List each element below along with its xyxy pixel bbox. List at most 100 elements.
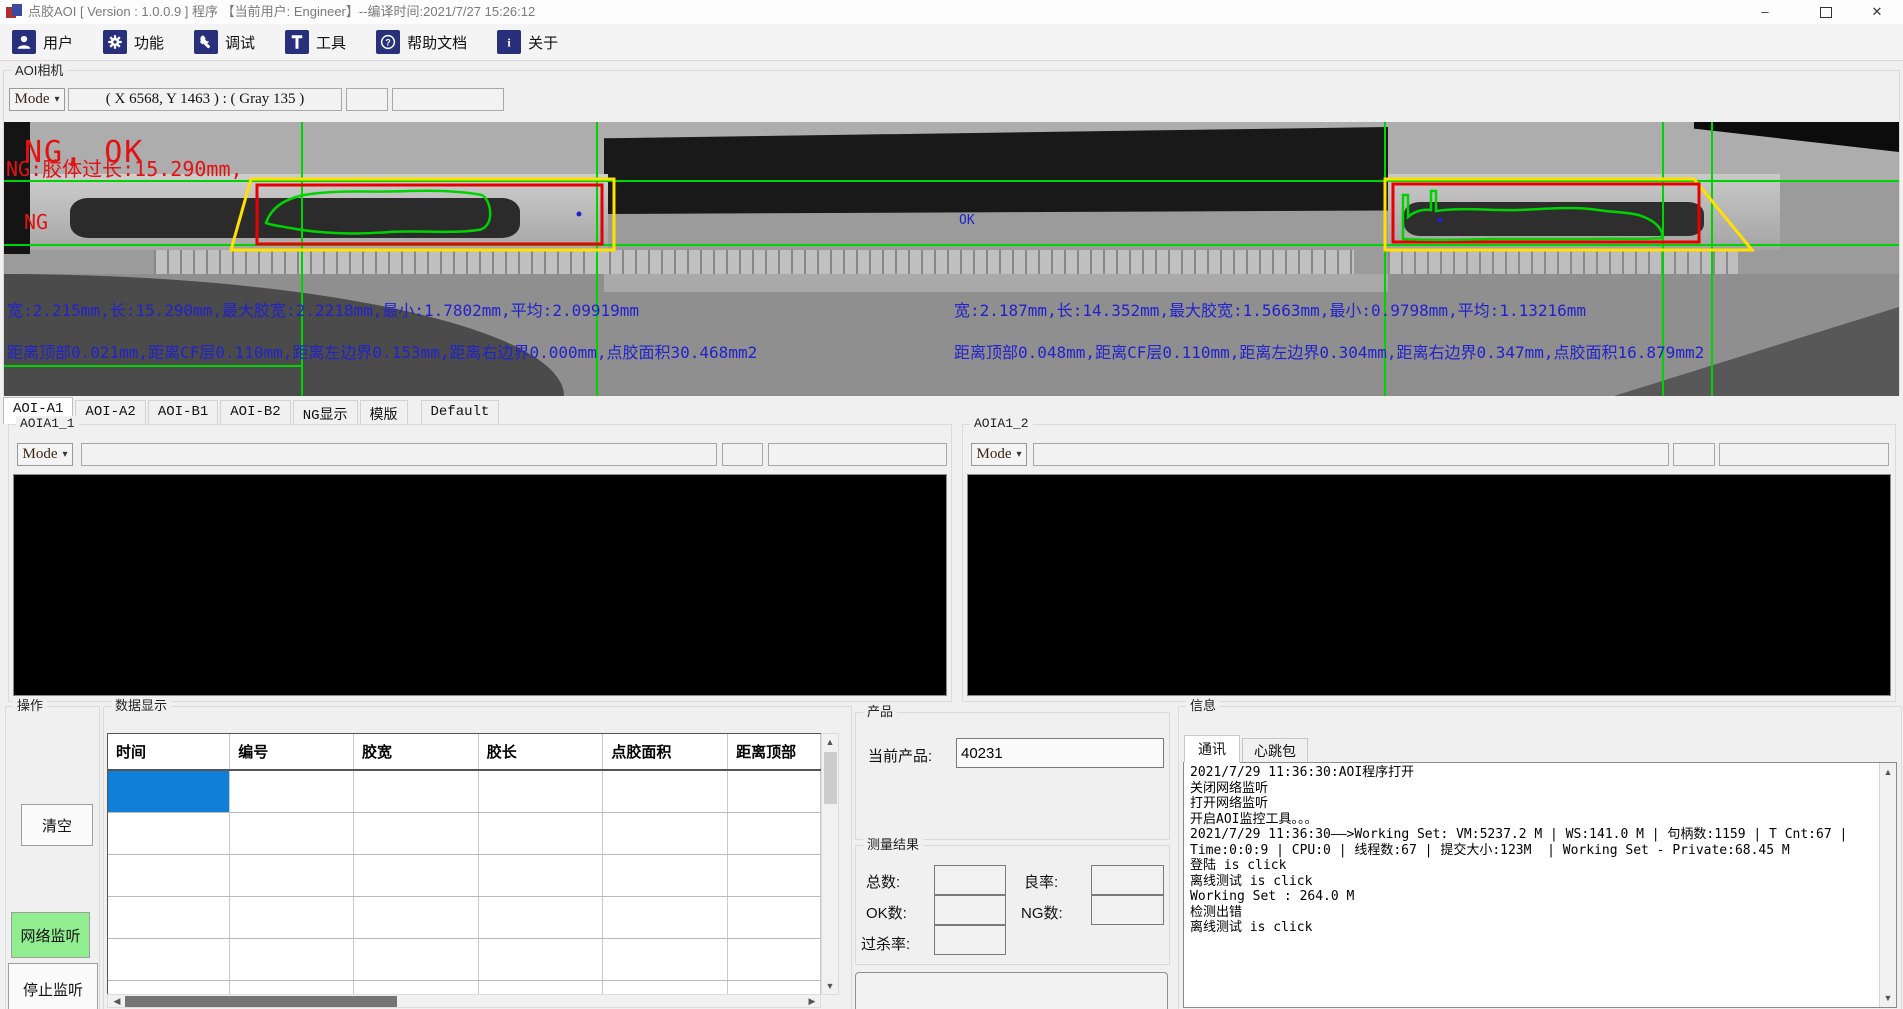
table-cell-selected[interactable]	[108, 770, 230, 813]
scroll-down-icon[interactable]: ▼	[1880, 991, 1896, 1006]
app-icon	[6, 4, 22, 20]
help-icon: ?	[376, 30, 400, 54]
overkill-field[interactable]	[934, 925, 1006, 955]
view2-field-wide	[1719, 443, 1889, 466]
tab-template[interactable]: 模版	[360, 400, 408, 424]
info-icon: i	[497, 30, 521, 54]
scroll-down-icon[interactable]: ▼	[822, 979, 838, 994]
right-region-red-box	[1393, 184, 1699, 242]
data-table-container: 时间 编号 胶宽 胶长 点胶面积 距离顶部	[107, 733, 821, 995]
tab-aoi-b2[interactable]: AOI-B2	[220, 400, 290, 424]
info-group-label: 信息	[1186, 698, 1220, 714]
stop-listen-button[interactable]: 停止监听	[8, 963, 98, 1009]
toolbar: 用户 功能 调试 工具 ? 帮助文档 i	[0, 24, 1903, 61]
scroll-right-icon[interactable]: ▶	[804, 995, 820, 1009]
vscroll-thumb[interactable]	[824, 752, 837, 804]
toolbar-button-help[interactable]: ? 帮助文档	[372, 28, 471, 56]
gear-icon	[103, 30, 127, 54]
wrench-icon	[194, 30, 218, 54]
view1-field-small	[722, 443, 763, 466]
ok-count-field[interactable]	[934, 895, 1006, 925]
tab-ng-display[interactable]: NG显示	[293, 400, 358, 424]
table-hscrollbar[interactable]: ◀ ▶	[107, 994, 821, 1008]
toolbar-button-about[interactable]: i 关于	[493, 28, 562, 56]
camera-field-wide	[392, 88, 504, 111]
left-glue-contour	[266, 191, 490, 234]
yield-field[interactable]	[1091, 865, 1164, 895]
tab-default[interactable]: Default	[421, 400, 500, 424]
table-vscrollbar[interactable]: ▲ ▼	[821, 733, 839, 995]
right-glue-contour	[1403, 191, 1662, 240]
toolbar-button-debug[interactable]: 调试	[190, 28, 259, 56]
table-row	[108, 770, 821, 813]
svg-text:?: ?	[385, 37, 391, 47]
ok-small-text: OK	[959, 213, 975, 228]
operations-group-label: 操作	[13, 698, 47, 714]
toolbar-button-user[interactable]: 用户	[8, 28, 77, 56]
table-row	[108, 855, 821, 897]
table-row	[108, 897, 821, 939]
table-header-row: 时间 编号 胶宽 胶长 点胶面积 距离顶部	[108, 734, 821, 770]
hscroll-thumb[interactable]	[125, 996, 397, 1007]
application-window: 点胶AOI [ Version : 1.0.0.9 ] 程序 【当前用户: En…	[0, 0, 1903, 1009]
current-product-field[interactable]	[956, 738, 1164, 768]
scroll-left-icon[interactable]: ◀	[109, 995, 125, 1009]
maximize-button[interactable]	[1803, 0, 1849, 26]
total-field[interactable]	[934, 865, 1006, 895]
tab-heartbeat[interactable]: 心跳包	[1242, 738, 1308, 763]
close-button[interactable]: ✕	[1854, 0, 1900, 26]
right-stats-line1: 宽:2.187mm,长:14.352mm,最大胶宽:1.5663mm,最小:0.…	[954, 301, 1586, 320]
overkill-label: 过杀率:	[861, 933, 910, 954]
user-icon	[12, 30, 36, 54]
camera-annotation-overlay: NG, OK NG:胶体过长:15.290mm, NG OK 宽:2.215mm…	[4, 122, 1899, 396]
view1-field-main	[81, 443, 717, 466]
toolbar-button-function[interactable]: 功能	[99, 28, 168, 56]
col-time[interactable]: 时间	[108, 734, 230, 770]
view-panel-2: AOIA1_2 Mode▾	[962, 424, 1896, 702]
chevron-down-icon: ▾	[1016, 449, 1021, 460]
window-title: 点胶AOI [ Version : 1.0.0.9 ] 程序 【当前用户: En…	[28, 0, 535, 24]
minimize-button[interactable]: –	[1742, 0, 1788, 26]
log-text: 2021/7/29 11:36:30:AOI程序打开 关闭网络监听 打开网络监听…	[1184, 763, 1896, 938]
camera-mode-dropdown[interactable]: Mode▾	[9, 88, 65, 111]
data-table: 时间 编号 胶宽 胶长 点胶面积 距离顶部	[108, 734, 821, 995]
scroll-up-icon[interactable]: ▲	[822, 735, 838, 750]
camera-image-view[interactable]: NG, OK NG:胶体过长:15.290mm, NG OK 宽:2.215mm…	[4, 122, 1899, 396]
view1-image-area[interactable]	[13, 474, 947, 696]
tool-icon	[285, 30, 309, 54]
tab-aoi-b1[interactable]: AOI-B1	[148, 400, 218, 424]
tab-aoi-a2[interactable]: AOI-A2	[75, 400, 145, 424]
view1-mode-dropdown[interactable]: Mode▾	[17, 443, 73, 466]
view2-image-area[interactable]	[967, 474, 1891, 696]
toolbar-button-tools[interactable]: 工具	[281, 28, 350, 56]
right-stats-line2: 距离顶部0.048mm,距离CF层0.110mm,距离左边界0.304mm,距离…	[954, 343, 1704, 362]
marker-dot	[577, 212, 582, 217]
chevron-down-icon: ▾	[62, 449, 67, 460]
col-glue-area[interactable]: 点胶面积	[603, 734, 728, 770]
log-viewer[interactable]: 2021/7/29 11:36:30:AOI程序打开 关闭网络监听 打开网络监听…	[1183, 762, 1897, 1008]
view2-field-main	[1033, 443, 1669, 466]
col-distance-top[interactable]: 距离顶部	[728, 734, 821, 770]
view2-mode-dropdown[interactable]: Mode▾	[971, 443, 1027, 466]
log-vscrollbar[interactable]: ▲ ▼	[1879, 763, 1896, 1007]
col-id[interactable]: 编号	[230, 734, 354, 770]
scroll-up-icon[interactable]: ▲	[1880, 765, 1896, 780]
data-display-group: 数据显示 时间 编号 胶宽 胶长 点胶面积 距离顶部	[103, 706, 852, 1009]
yield-label: 良率:	[1024, 871, 1058, 892]
col-glue-width[interactable]: 胶宽	[353, 734, 478, 770]
camera-group-label: AOI相机	[11, 63, 67, 79]
col-glue-length[interactable]: 胶长	[478, 734, 603, 770]
view-panel-1: AOIA1_1 Mode▾	[8, 424, 952, 702]
marker-dot	[1438, 218, 1443, 223]
network-listen-button[interactable]: 网络监听	[11, 912, 90, 958]
maximize-icon	[1820, 7, 1832, 18]
tab-comm[interactable]: 通讯	[1184, 735, 1240, 763]
view2-field-small	[1673, 443, 1715, 466]
camera-field-small	[346, 88, 388, 111]
current-product-input[interactable]	[957, 739, 1163, 767]
total-label: 总数:	[866, 871, 900, 892]
clear-button[interactable]: 清空	[21, 804, 93, 846]
ng-count-field[interactable]	[1091, 895, 1164, 925]
chevron-down-icon: ▾	[54, 94, 59, 105]
left-stats-line2: 距离顶部0.021mm,距离CF层0.110mm,距离左边界0.153mm,距离…	[7, 343, 757, 362]
